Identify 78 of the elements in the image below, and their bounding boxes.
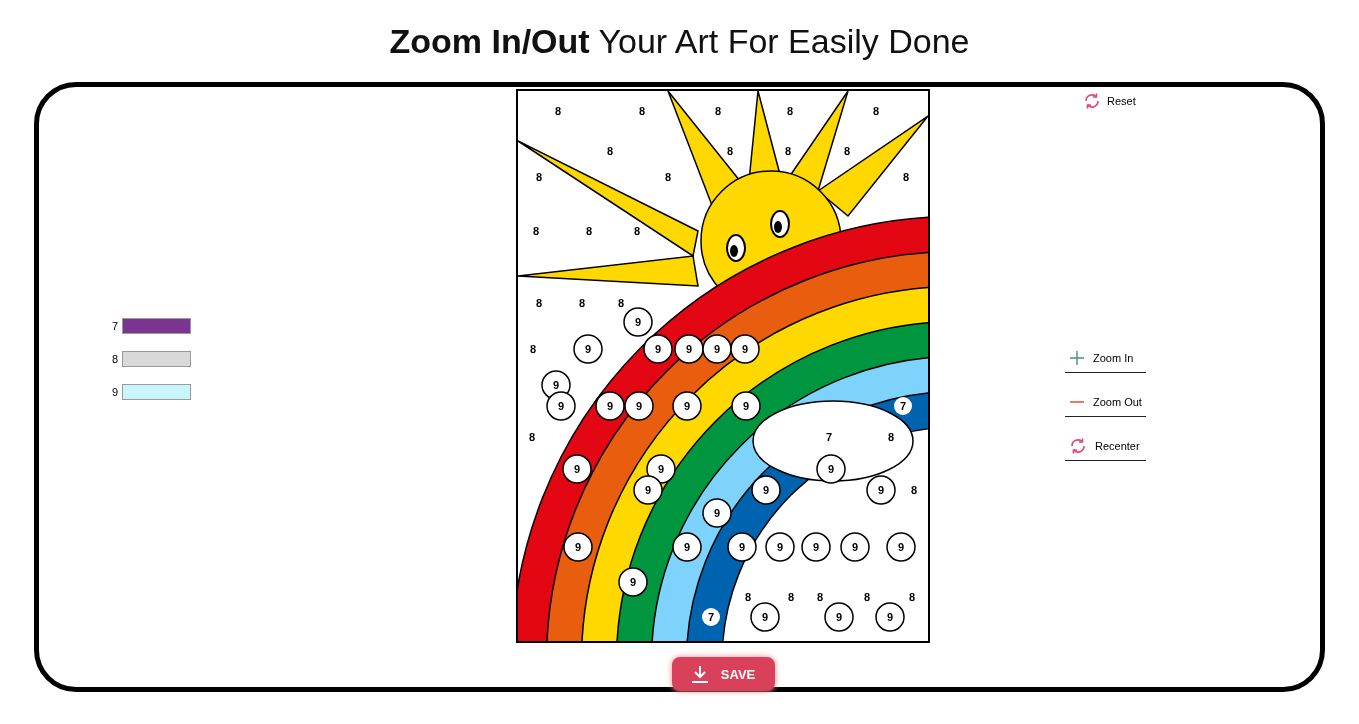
region-number: 8 (786, 105, 794, 117)
region-number: 8 (528, 431, 536, 443)
region-number: 8 (726, 145, 734, 157)
region-number: 8 (535, 297, 543, 309)
region-number: 8 (744, 591, 752, 603)
region-number: 8 (902, 171, 910, 183)
region-number: 9 (742, 400, 750, 412)
plus-icon (1069, 349, 1085, 366)
region-number: 9 (634, 316, 642, 328)
region-number: 9 (741, 343, 749, 355)
region-number: 8 (816, 591, 824, 603)
region-number: 9 (897, 541, 905, 553)
color-swatch[interactable] (122, 318, 191, 334)
region-number: 9 (657, 463, 665, 475)
region-number: 9 (835, 611, 843, 623)
region-number: 9 (606, 400, 614, 412)
recenter-button[interactable]: Recenter (1065, 431, 1146, 461)
region-number: 8 (872, 105, 880, 117)
coloring-page-drawing[interactable]: 8 8 8 8 8 8 8 8 8 8 8 8 8 8 8 8 8 8 9 8 9 9 9 9 9 9 9 9 9 9 9 7 8 7 8 9 9 9 9 9 9 8 9 9 9 9 9 9 9 9 9 8 8 8 8 8 7 9 9 9 (516, 89, 930, 643)
reset-icon (1083, 92, 1101, 110)
color-number: 8 (110, 353, 118, 365)
region-number: 8 (532, 225, 540, 237)
region-number: 8 (910, 484, 918, 496)
region-number: 8 (787, 591, 795, 603)
region-number: 9 (552, 379, 560, 391)
color-swatch[interactable] (122, 384, 191, 400)
reset-button[interactable]: Reset (1083, 92, 1136, 110)
region-number: 8 (535, 171, 543, 183)
region-number: 9 (635, 400, 643, 412)
region-number: 9 (644, 484, 652, 496)
region-number: 8 (529, 343, 537, 355)
region-number: 8 (843, 145, 851, 157)
region-number: 8 (633, 225, 641, 237)
region-number: 9 (812, 541, 820, 553)
region-number: 8 (554, 105, 562, 117)
region-number: 8 (863, 591, 871, 603)
region-number: 9 (738, 541, 746, 553)
color-number: 7 (110, 320, 118, 332)
region-number: 7 (707, 611, 715, 623)
region-number: 8 (617, 297, 625, 309)
region-number: 9 (761, 611, 769, 623)
region-number: 8 (908, 591, 916, 603)
headline: Zoom In/Out Your Art For Easily Done (389, 21, 970, 61)
region-number: 7 (825, 431, 833, 443)
region-number: 8 (585, 225, 593, 237)
region-number: 9 (762, 484, 770, 496)
region-number: 9 (713, 507, 721, 519)
region-number: 8 (887, 431, 895, 443)
region-number: 8 (578, 297, 586, 309)
region-number: 7 (899, 400, 907, 412)
region-number: 9 (683, 400, 691, 412)
region-number: 9 (776, 541, 784, 553)
region-number: 9 (851, 541, 859, 553)
region-number: 9 (573, 463, 581, 475)
color-swatch[interactable] (122, 351, 191, 367)
region-number: 9 (574, 541, 582, 553)
region-number: 9 (557, 400, 565, 412)
minus-icon (1069, 399, 1085, 404)
region-number: 9 (877, 484, 885, 496)
region-number: 8 (638, 105, 646, 117)
zoom-in-button[interactable]: Zoom In (1065, 343, 1146, 373)
region-number: 9 (886, 611, 894, 623)
region-number: 9 (683, 541, 691, 553)
region-number: 8 (664, 171, 672, 183)
region-number: 9 (827, 463, 835, 475)
download-icon (690, 665, 709, 683)
region-number: 9 (713, 343, 721, 355)
color-number: 9 (110, 386, 118, 398)
region-number: 9 (685, 343, 693, 355)
region-number: 9 (584, 343, 592, 355)
recenter-icon (1069, 436, 1087, 455)
region-number: 9 (629, 576, 637, 588)
region-number: 8 (714, 105, 722, 117)
region-number: 9 (654, 343, 662, 355)
region-number: 8 (784, 145, 792, 157)
save-button[interactable]: SAVE (671, 657, 775, 691)
region-number: 8 (606, 145, 614, 157)
zoom-out-button[interactable]: Zoom Out (1065, 387, 1146, 417)
